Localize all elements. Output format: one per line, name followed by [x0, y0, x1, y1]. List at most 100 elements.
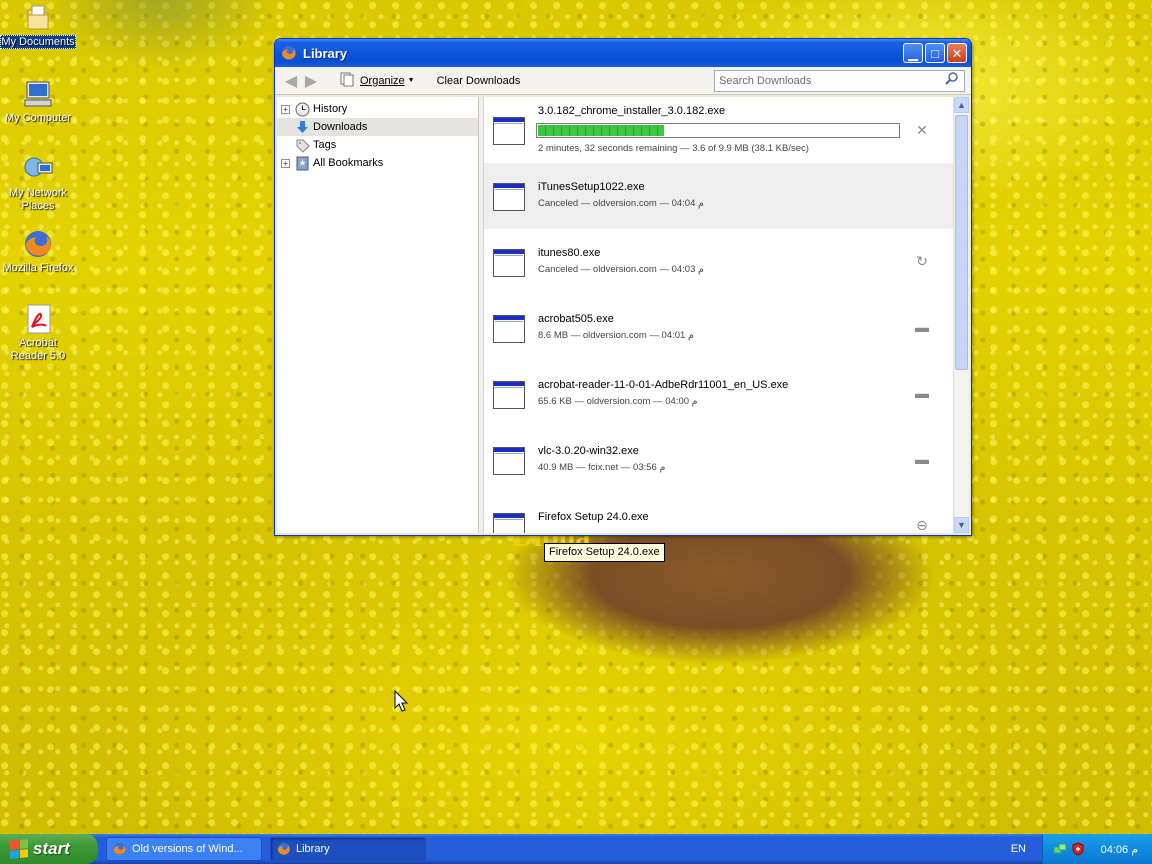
maximize-button[interactable]: □ — [925, 43, 945, 63]
download-status: 65.6 KB — oldversion.com — 04:00 م — [538, 396, 698, 407]
downloads-arrow-icon — [294, 119, 310, 135]
toolbar: ◀ ▶ Organize ▼ Clear Downloads — [275, 67, 971, 95]
chevron-down-icon: ▼ — [957, 520, 966, 530]
folder-icon: ▬ — [915, 319, 929, 335]
download-item[interactable]: acrobat505.exe 8.6 MB — oldversion.com —… — [484, 295, 953, 361]
download-progress-bar — [536, 123, 900, 138]
download-name: vlc-3.0.20-win32.exe — [538, 445, 639, 457]
firefox-icon — [277, 842, 291, 856]
expand-icon[interactable]: + — [281, 158, 290, 168]
vertical-scrollbar[interactable]: ▲ ▼ — [953, 97, 969, 533]
download-item[interactable]: Firefox Setup 24.0.exe ⊖ — [484, 493, 953, 533]
executable-file-icon — [493, 183, 525, 211]
bookmarks-icon — [294, 155, 310, 171]
download-name: itunes80.exe — [538, 247, 601, 259]
desktop-icon-label: Mozilla Firefox — [2, 262, 74, 274]
mouse-cursor-icon — [394, 690, 408, 712]
forward-arrow-icon: ▶ — [304, 72, 318, 90]
download-status: 40.9 MB — fcix.net — 03:56 م — [538, 462, 666, 473]
scroll-down-button[interactable]: ▼ — [954, 517, 969, 533]
download-name: iTunesSetup1022.exe — [538, 181, 645, 193]
download-item[interactable]: itunes80.exe Canceled — oldversion.com —… — [484, 229, 953, 295]
folder-icon: ▬ — [915, 385, 929, 401]
desktop-icon-my-documents[interactable]: My Documents — [0, 2, 76, 49]
desktop-icon-my-network-places[interactable]: My Network Places — [0, 153, 76, 213]
library-window: Library ▁ □ ✕ ◀ ▶ Organize ▼ Clear Downl… — [274, 38, 972, 536]
cancel-download-button[interactable]: ✕ — [914, 122, 930, 138]
back-button[interactable]: ◀ — [281, 71, 301, 91]
minimize-button[interactable]: ▁ — [903, 43, 923, 63]
taskbar-item-label: Library — [296, 843, 330, 855]
organize-icon — [339, 71, 355, 90]
library-content: + History Downloads Tags + All Bookmarks… — [277, 97, 969, 533]
executable-file-icon — [493, 315, 525, 343]
scroll-up-button[interactable]: ▲ — [954, 97, 969, 113]
show-in-folder-button[interactable]: ▬ — [914, 385, 930, 401]
sidebar-tree: + History Downloads Tags + All Bookmarks — [277, 97, 479, 533]
desktop-icon-my-computer[interactable]: My Computer — [0, 78, 76, 125]
taskbar: start Old versions of Wind... Library EN… — [0, 834, 1152, 864]
blocked-download-button[interactable]: ⊖ — [914, 517, 930, 533]
tag-icon — [294, 137, 310, 153]
close-button[interactable]: ✕ — [947, 43, 967, 63]
scroll-thumb[interactable] — [955, 115, 968, 370]
folder-icon — [22, 2, 54, 34]
search-icon[interactable] — [944, 71, 960, 90]
download-name: 3.0.182_chrome_installer_3.0.182.exe — [538, 105, 726, 117]
language-indicator[interactable]: EN — [1011, 843, 1026, 855]
retry-icon: ↻ — [916, 252, 928, 269]
sidebar-item-tags[interactable]: Tags — [277, 136, 478, 154]
security-shield-icon[interactable] — [1071, 842, 1085, 856]
desktop-icon-label: My Network Places — [8, 187, 68, 212]
download-item[interactable]: vlc-3.0.20-win32.exe 40.9 MB — fcix.net … — [484, 427, 953, 493]
window-title: Library — [303, 45, 348, 61]
show-in-folder-button[interactable]: ▬ — [914, 319, 930, 335]
title-bar[interactable]: Library ▁ □ ✕ — [275, 39, 971, 67]
taskbar-item-library[interactable]: Library — [270, 837, 426, 861]
desktop-icon-mozilla-firefox[interactable]: Mozilla Firefox — [0, 228, 76, 275]
clear-downloads-button[interactable]: Clear Downloads — [433, 73, 525, 89]
wallpaper-background — [40, 0, 280, 70]
acrobat-icon — [22, 303, 54, 335]
taskbar-item-browser[interactable]: Old versions of Wind... — [106, 837, 262, 861]
download-name: Firefox Setup 24.0.exe — [538, 511, 649, 523]
start-button[interactable]: start — [0, 834, 98, 864]
forward-button[interactable]: ▶ — [301, 71, 321, 91]
expand-icon[interactable]: + — [281, 104, 290, 114]
download-item[interactable]: acrobat-reader-11-0-01-AdbeRdr11001_en_U… — [484, 361, 953, 427]
taskbar-item-label: Old versions of Wind... — [132, 843, 243, 855]
sidebar-item-history[interactable]: + History — [277, 100, 478, 118]
progress-fill — [538, 125, 664, 136]
history-clock-icon — [294, 101, 310, 117]
download-status: Canceled — oldversion.com — 04:04 م — [538, 198, 704, 209]
sidebar-item-downloads[interactable]: Downloads — [277, 118, 478, 136]
firefox-icon — [281, 45, 297, 61]
organize-label: Organize — [360, 74, 405, 87]
sidebar-item-label: History — [313, 103, 348, 115]
desktop-icon-label: Acrobat Reader 5.0 — [10, 337, 66, 362]
desktop-icon-label: My Computer — [4, 112, 72, 124]
downloads-list: 3.0.182_chrome_installer_3.0.182.exe 2 m… — [484, 97, 953, 533]
search-input[interactable] — [719, 74, 944, 87]
sidebar-item-all-bookmarks[interactable]: + All Bookmarks — [277, 154, 478, 172]
desktop-icon-acrobat-reader[interactable]: Acrobat Reader 5.0 — [0, 303, 76, 363]
network-tray-icon[interactable] — [1053, 842, 1067, 856]
download-item[interactable]: iTunesSetup1022.exe Canceled — oldversio… — [484, 163, 953, 229]
executable-file-icon — [493, 249, 525, 277]
organize-button[interactable]: Organize ▼ — [335, 69, 419, 92]
download-status: Canceled — oldversion.com — 04:03 م — [538, 264, 704, 275]
chevron-up-icon: ▲ — [957, 100, 966, 110]
retry-download-button[interactable]: ↻ — [914, 253, 930, 269]
tooltip: Firefox Setup 24.0.exe — [544, 543, 665, 562]
download-name: acrobat505.exe — [538, 313, 614, 325]
download-item[interactable]: 3.0.182_chrome_installer_3.0.182.exe 2 m… — [484, 97, 953, 163]
show-in-folder-button[interactable]: ▬ — [914, 451, 930, 467]
desktop-icon-label: My Documents — [0, 35, 76, 49]
executable-file-icon — [493, 513, 525, 533]
sidebar-item-label: Tags — [313, 139, 337, 151]
firefox-icon — [113, 842, 127, 856]
executable-file-icon — [493, 117, 525, 145]
search-box — [714, 69, 965, 92]
download-status: 8.6 MB — oldversion.com — 04:01 م — [538, 330, 694, 341]
computer-icon — [22, 78, 54, 110]
